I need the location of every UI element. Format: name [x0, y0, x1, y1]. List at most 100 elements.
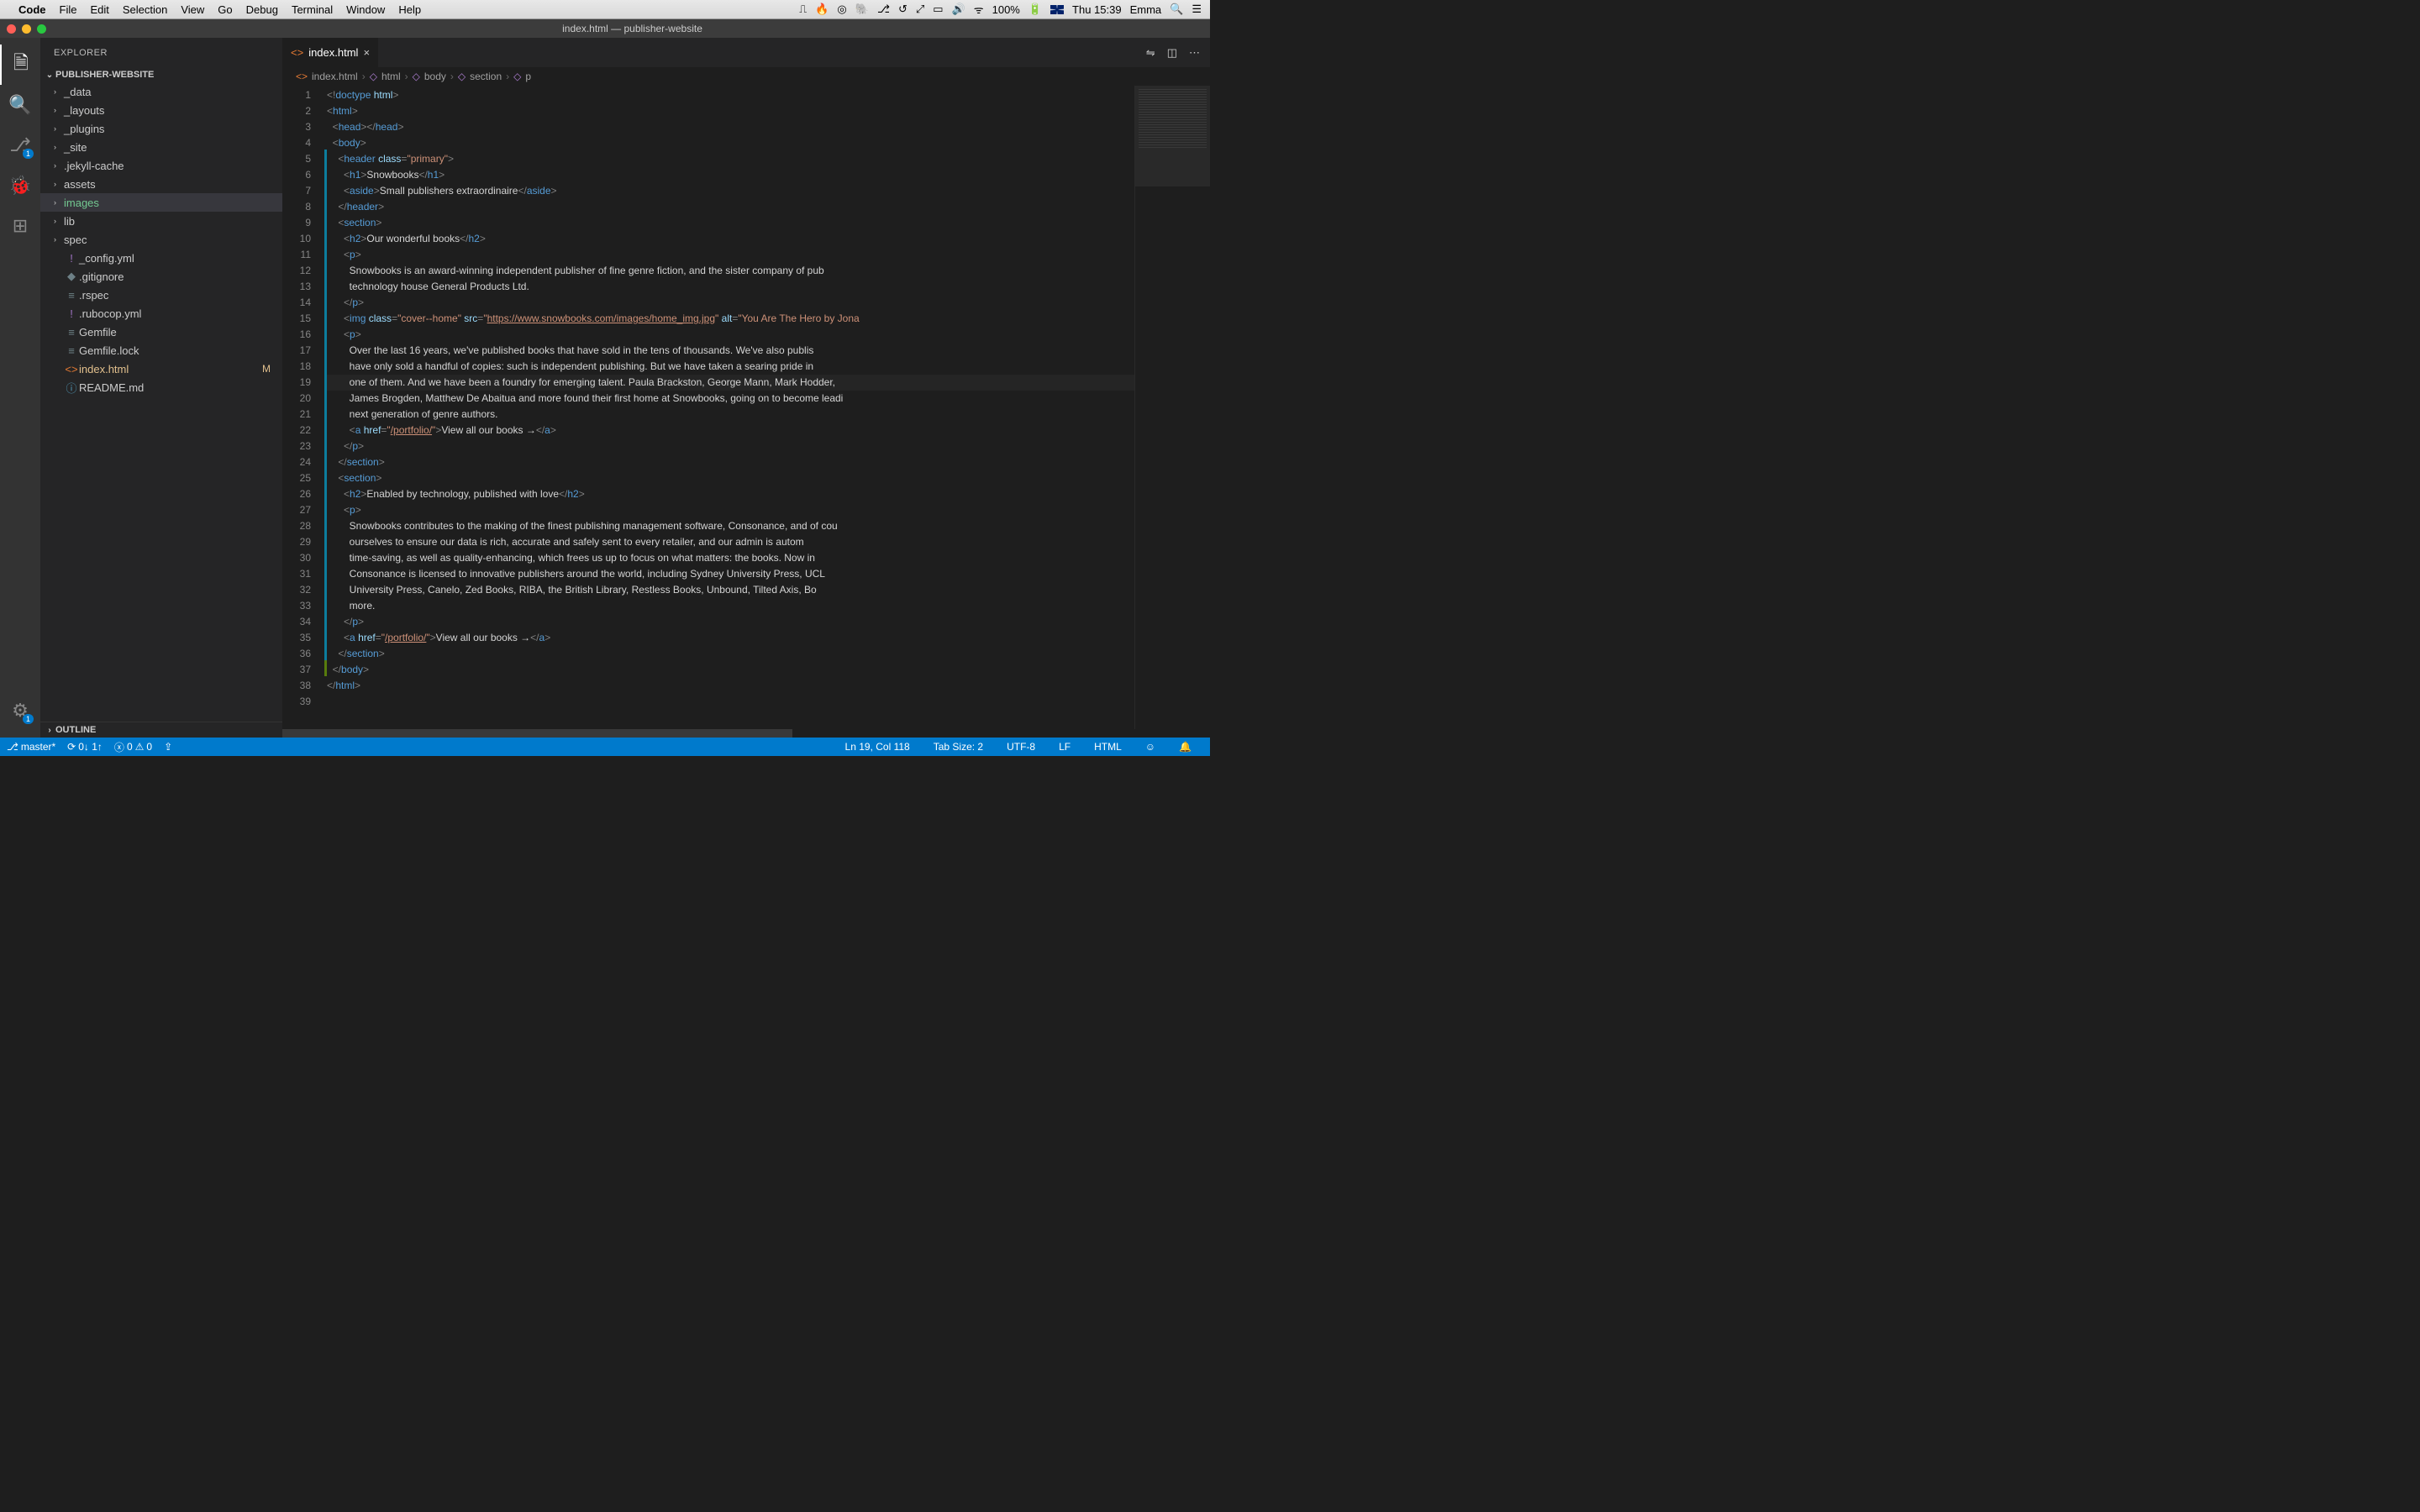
code-line[interactable]: <p>: [327, 502, 1134, 518]
battery-icon[interactable]: 🔋: [1028, 3, 1042, 16]
feedback-icon[interactable]: ☺: [1145, 741, 1155, 753]
file-Gemfile[interactable]: ≡Gemfile: [40, 323, 282, 341]
code-line[interactable]: <section>: [327, 470, 1134, 486]
file-Gemfile-lock[interactable]: ≡Gemfile.lock: [40, 341, 282, 360]
file--rspec[interactable]: ≡.rspec: [40, 286, 282, 304]
menu-file[interactable]: File: [60, 3, 77, 16]
clock-label[interactable]: Thu 15:39: [1072, 3, 1122, 16]
flag-icon[interactable]: [1050, 5, 1064, 14]
folder-images[interactable]: ›images: [40, 193, 282, 212]
problems-button[interactable]: ⓧ 0 ⚠ 0: [114, 740, 152, 754]
menu-app[interactable]: Code: [18, 3, 46, 16]
file-README-md[interactable]: ⓘREADME.md: [40, 378, 282, 396]
file--rubocop-yml[interactable]: !.rubocop.yml: [40, 304, 282, 323]
folder-spec[interactable]: ›spec: [40, 230, 282, 249]
wifi-icon[interactable]: ᯤ: [974, 2, 984, 17]
code-line[interactable]: <p>: [327, 327, 1134, 343]
breadcrumbs[interactable]: <> index.html › ◇ html › ◇ body › ◇ sect…: [282, 67, 1210, 86]
code-line[interactable]: <section>: [327, 215, 1134, 231]
code-line[interactable]: </section>: [327, 646, 1134, 662]
menu-terminal[interactable]: Terminal: [292, 3, 333, 16]
code-line[interactable]: </html>: [327, 678, 1134, 694]
menu-view[interactable]: View: [181, 3, 204, 16]
breadcrumb-item[interactable]: body: [424, 71, 446, 82]
menu-help[interactable]: Help: [398, 3, 421, 16]
menu-selection[interactable]: Selection: [123, 3, 167, 16]
notifications-icon[interactable]: 🔔: [1179, 741, 1192, 753]
breadcrumb-item[interactable]: p: [525, 71, 531, 82]
code-line[interactable]: ourselves to ensure our data is rich, ac…: [327, 534, 1134, 550]
file-_config-yml[interactable]: !_config.yml: [40, 249, 282, 267]
live-share-icon[interactable]: ⇪: [164, 741, 172, 753]
menu-edit[interactable]: Edit: [90, 3, 108, 16]
git-branch-button[interactable]: ⎇ master*: [7, 741, 55, 753]
source-control-icon[interactable]: ⎇1: [0, 125, 40, 165]
breadcrumb-item[interactable]: section: [470, 71, 502, 82]
code-line[interactable]: </body>: [327, 662, 1134, 678]
folder--jekyll-cache[interactable]: ›.jekyll-cache: [40, 156, 282, 175]
code-line[interactable]: </p>: [327, 438, 1134, 454]
code-line[interactable]: have only sold a handful of copies: such…: [327, 359, 1134, 375]
code-line[interactable]: </p>: [327, 295, 1134, 311]
code-line[interactable]: James Brogden, Matthew De Abaitua and mo…: [327, 391, 1134, 407]
code-line[interactable]: <body>: [327, 135, 1134, 151]
code-line[interactable]: one of them. And we have been a foundry …: [327, 375, 1134, 391]
eol-button[interactable]: LF: [1059, 741, 1071, 753]
settings-icon[interactable]: ⚙1: [0, 690, 40, 731]
menu-go[interactable]: Go: [218, 3, 232, 16]
code-line[interactable]: Consonance is licensed to innovative pub…: [327, 566, 1134, 582]
horizontal-scrollbar[interactable]: [282, 729, 1210, 738]
menu-window[interactable]: Window: [346, 3, 385, 16]
language-mode-button[interactable]: HTML: [1094, 741, 1122, 753]
debug-icon[interactable]: 🐞: [0, 165, 40, 206]
cursor-position[interactable]: Ln 19, Col 118: [845, 741, 910, 753]
line-number-gutter[interactable]: 1234567891011121314151617181920212223242…: [282, 86, 324, 729]
status-icon[interactable]: ⤢: [916, 3, 924, 16]
more-actions-icon[interactable]: ⋯: [1189, 46, 1200, 60]
explorer-icon[interactable]: 🗎: [0, 45, 40, 85]
folder-lib[interactable]: ›lib: [40, 212, 282, 230]
code-line[interactable]: </section>: [327, 454, 1134, 470]
indentation-button[interactable]: Tab Size: 2: [934, 741, 983, 753]
code-line[interactable]: <h2>Enabled by technology, published wit…: [327, 486, 1134, 502]
code-line[interactable]: <h2>Our wonderful books</h2>: [327, 231, 1134, 247]
minimize-window-button[interactable]: [22, 24, 31, 34]
code-line[interactable]: <header class="primary">: [327, 151, 1134, 167]
control-center-icon[interactable]: ☰: [1192, 3, 1202, 16]
code-line[interactable]: next generation of genre authors.: [327, 407, 1134, 423]
code-line[interactable]: <!doctype html>: [327, 87, 1134, 103]
status-icon[interactable]: 🐘: [855, 3, 869, 16]
close-icon[interactable]: ×: [363, 46, 370, 59]
tab-index-html[interactable]: <> index.html ×: [282, 38, 379, 67]
code-line[interactable]: <a href="/portfolio/">View all our books…: [327, 423, 1134, 438]
code-line[interactable]: [327, 694, 1134, 710]
status-icon[interactable]: ⎇: [877, 3, 890, 16]
code-line[interactable]: </header>: [327, 199, 1134, 215]
split-editor-icon[interactable]: ◫: [1167, 46, 1177, 60]
code-line[interactable]: Snowbooks is an award-winning independen…: [327, 263, 1134, 279]
project-header[interactable]: ⌄ PUBLISHER-WEBSITE: [40, 67, 282, 82]
folder-assets[interactable]: ›assets: [40, 175, 282, 193]
status-icon[interactable]: ↺: [898, 3, 908, 16]
search-icon[interactable]: 🔍: [0, 85, 40, 125]
code-area[interactable]: <!doctype html><html> <head></head> <bod…: [327, 86, 1134, 729]
encoding-button[interactable]: UTF-8: [1007, 741, 1035, 753]
zoom-window-button[interactable]: [37, 24, 46, 34]
code-line[interactable]: University Press, Canelo, Zed Books, RIB…: [327, 582, 1134, 598]
code-line[interactable]: Snowbooks contributes to the making of t…: [327, 518, 1134, 534]
breadcrumb-item[interactable]: html: [381, 71, 401, 82]
code-line[interactable]: time-saving, as well as quality-enhancin…: [327, 550, 1134, 566]
status-icon[interactable]: 🔥: [815, 3, 829, 16]
user-label[interactable]: Emma: [1130, 3, 1162, 16]
code-line[interactable]: technology house General Products Ltd.: [327, 279, 1134, 295]
folder-_layouts[interactable]: ›_layouts: [40, 101, 282, 119]
status-icon[interactable]: ▭: [933, 3, 943, 16]
code-line[interactable]: <img class="cover--home" src="https://ww…: [327, 311, 1134, 327]
folder-_site[interactable]: ›_site: [40, 138, 282, 156]
close-window-button[interactable]: [7, 24, 16, 34]
folder-_plugins[interactable]: ›_plugins: [40, 119, 282, 138]
file-index-html[interactable]: <>index.htmlM: [40, 360, 282, 378]
code-line[interactable]: </p>: [327, 614, 1134, 630]
code-line[interactable]: more.: [327, 598, 1134, 614]
menu-debug[interactable]: Debug: [246, 3, 278, 16]
